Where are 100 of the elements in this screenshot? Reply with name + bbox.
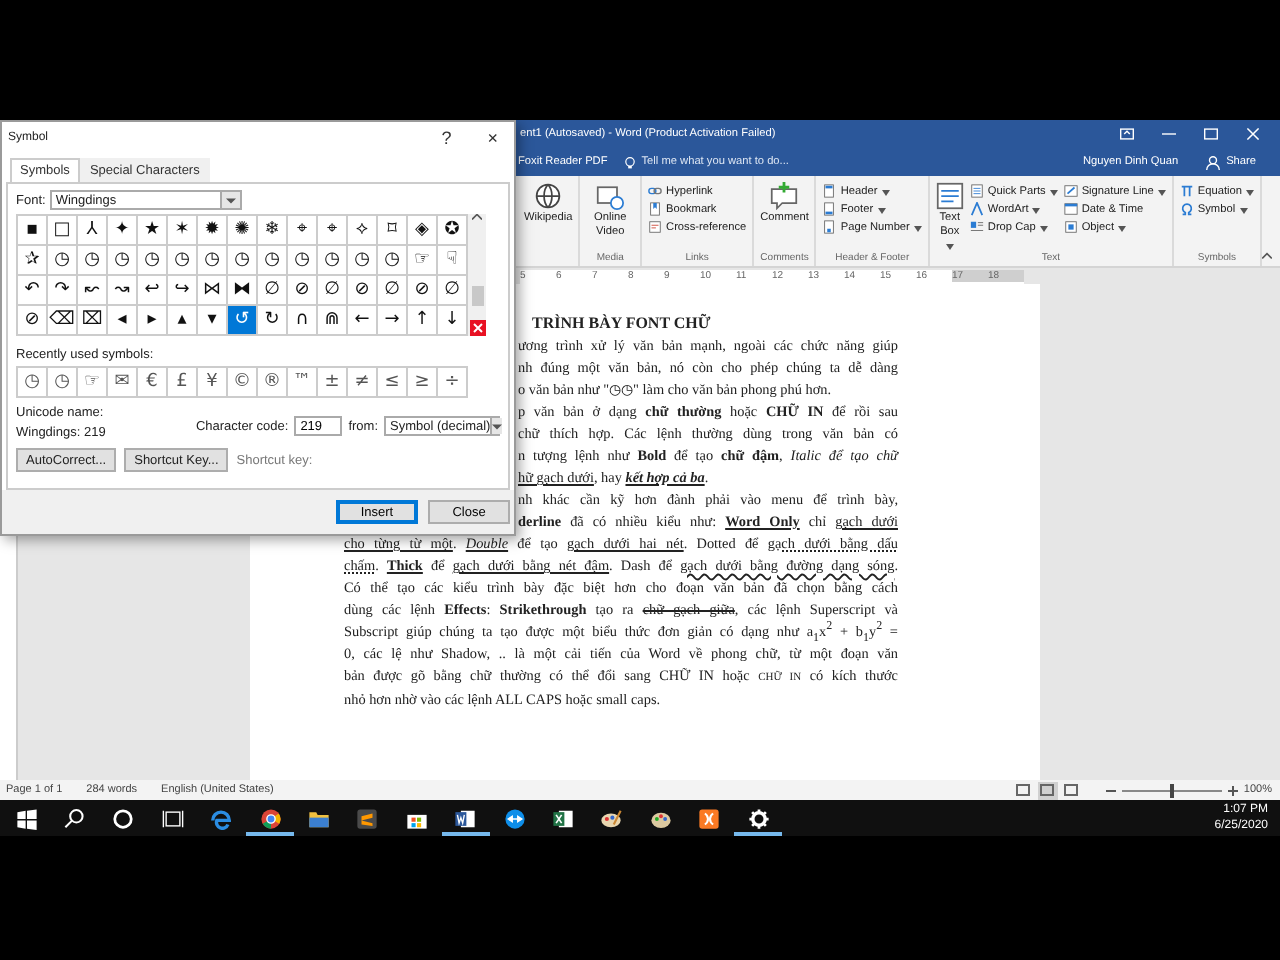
symbol-cell[interactable]: ⊘ bbox=[288, 276, 318, 306]
symbol-cell[interactable]: ▴ bbox=[168, 306, 198, 336]
symbol-cell[interactable]: ⋒ bbox=[318, 306, 348, 336]
symbol-cell[interactable]: ◷ bbox=[198, 246, 228, 276]
video-icon bbox=[596, 182, 625, 210]
windows-icon bbox=[15, 807, 38, 829]
scroll-up-icon bbox=[472, 214, 482, 220]
sublime-icon bbox=[356, 807, 379, 829]
symbol-cell[interactable]: ❄ bbox=[258, 216, 288, 246]
symbol-cell[interactable]: ® bbox=[258, 368, 288, 398]
link-icon bbox=[648, 184, 663, 198]
symbol-cell[interactable]: ↝ bbox=[108, 276, 138, 306]
symbol-cell[interactable]: ⌑ bbox=[378, 216, 408, 246]
symbol-cell[interactable]: ▸ bbox=[138, 306, 168, 336]
symbol-cell[interactable]: ↜ bbox=[78, 276, 108, 306]
caret-icon bbox=[1039, 223, 1048, 231]
symbol-cell[interactable]: ⟡ bbox=[348, 216, 378, 246]
symbol-cell[interactable]: ≠ bbox=[348, 368, 378, 398]
symbol-cell[interactable]: ± bbox=[318, 368, 348, 398]
symbol-cell[interactable]: ÷ bbox=[438, 368, 468, 398]
symbol-cell[interactable]: ↩ bbox=[138, 276, 168, 306]
symbol-cell[interactable]: ∅ bbox=[318, 276, 348, 306]
symbol-cell[interactable]: ≤ bbox=[378, 368, 408, 398]
symbol-cell[interactable]: ↺ bbox=[228, 306, 258, 336]
symbol-cell[interactable]: € bbox=[138, 368, 168, 398]
bookmark-icon bbox=[648, 202, 663, 216]
omega-icon bbox=[1179, 202, 1194, 216]
symbol-cell[interactable]: ◂ bbox=[108, 306, 138, 336]
excel-icon bbox=[551, 807, 574, 829]
symbol-cell[interactable]: ◷ bbox=[288, 246, 318, 276]
symbol-cell[interactable]: ⊘ bbox=[408, 276, 438, 306]
symbol-cell[interactable]: ◈ bbox=[408, 216, 438, 246]
zoom-out-icon bbox=[1105, 785, 1116, 795]
symbol-cell[interactable]: ☞ bbox=[78, 368, 108, 398]
symbol-cell[interactable]: ✦ bbox=[108, 216, 138, 246]
symbol-cell[interactable]: □ bbox=[48, 216, 78, 246]
close-icon bbox=[1246, 128, 1260, 140]
symbol-cell[interactable]: ≥ bbox=[408, 368, 438, 398]
symbol-cell[interactable]: ↷ bbox=[48, 276, 78, 306]
symbol-cell[interactable]: → bbox=[378, 306, 408, 336]
symbol-cell[interactable]: ⌫ bbox=[48, 306, 78, 336]
symbol-cell[interactable]: ◷ bbox=[48, 368, 78, 398]
symbol-cell[interactable]: ◷ bbox=[18, 368, 48, 398]
symbol-cell[interactable]: ◷ bbox=[108, 246, 138, 276]
symbol-cell[interactable]: ⌖ bbox=[288, 216, 318, 246]
scroll-thumb[interactable] bbox=[471, 286, 483, 306]
view-button[interactable] bbox=[1037, 781, 1058, 799]
symbol-cell[interactable]: ☞ bbox=[408, 246, 438, 276]
person-icon bbox=[1206, 155, 1221, 169]
symbol-cell[interactable]: ✺ bbox=[228, 216, 258, 246]
header-icon bbox=[822, 184, 837, 198]
caret-icon bbox=[945, 242, 954, 250]
symbol-cell[interactable]: ⅄ bbox=[78, 216, 108, 246]
symbol-cell[interactable]: ◷ bbox=[258, 246, 288, 276]
teamviewer-icon bbox=[503, 807, 526, 829]
symbol-cell[interactable]: ⌖ bbox=[318, 216, 348, 246]
symbol-cell[interactable]: ◷ bbox=[378, 246, 408, 276]
zoom-slider-thumb[interactable] bbox=[1169, 783, 1174, 797]
symbol-cell[interactable]: ¥ bbox=[198, 368, 228, 398]
xampp-icon bbox=[698, 807, 721, 829]
folder-icon bbox=[308, 807, 331, 829]
symbol-cell[interactable]: £ bbox=[168, 368, 198, 398]
gear-icon bbox=[747, 807, 770, 829]
symbol-cell[interactable]: ◷ bbox=[138, 246, 168, 276]
symbol-cell[interactable]: ◷ bbox=[228, 246, 258, 276]
symbol-cell[interactable]: ← bbox=[348, 306, 378, 336]
symbol-cell[interactable]: ⋈ bbox=[198, 276, 228, 306]
symbol-cell[interactable]: ⊘ bbox=[18, 306, 48, 336]
help-button[interactable]: ? bbox=[437, 128, 456, 148]
symbol-cell[interactable]: ★ bbox=[138, 216, 168, 246]
scrollbar[interactable] bbox=[468, 214, 486, 336]
chrome-icon bbox=[259, 807, 282, 829]
symbol-cell[interactable]: ∅ bbox=[378, 276, 408, 306]
symbol-cell[interactable]: ✶ bbox=[168, 216, 198, 246]
symbol-cell[interactable]: ↪ bbox=[168, 276, 198, 306]
symbol-cell[interactable]: ⊘ bbox=[348, 276, 378, 306]
caret-icon bbox=[877, 205, 886, 213]
symbol-cell[interactable]: ∩ bbox=[288, 306, 318, 336]
symbol-cell[interactable]: ↑ bbox=[408, 306, 438, 336]
symbol-cell[interactable]: ◷ bbox=[48, 246, 78, 276]
symbol-cell[interactable]: ✹ bbox=[198, 216, 228, 246]
symbol-cell[interactable]: ↻ bbox=[258, 306, 288, 336]
symbol-cell[interactable]: ◷ bbox=[348, 246, 378, 276]
view-button[interactable] bbox=[1013, 781, 1034, 799]
symbol-cell[interactable]: ◷ bbox=[318, 246, 348, 276]
symbol-cell[interactable]: ✉ bbox=[108, 368, 138, 398]
word-icon bbox=[454, 807, 477, 829]
symbol-cell[interactable]: ◷ bbox=[78, 246, 108, 276]
lightbulb-icon bbox=[623, 155, 636, 169]
symbol-cell[interactable]: ⌧ bbox=[78, 306, 108, 336]
symbol-cell[interactable]: ™ bbox=[288, 368, 318, 398]
close-button[interactable]: × bbox=[483, 128, 502, 148]
symbol-cell[interactable]: ▪ bbox=[18, 216, 48, 246]
symbol-cell[interactable]: ∅ bbox=[258, 276, 288, 306]
symbol-cell[interactable]: ◷ bbox=[168, 246, 198, 276]
page-number-icon bbox=[822, 220, 837, 234]
symbol-cell[interactable]: ↶ bbox=[18, 276, 48, 306]
symbol-cell[interactable]: ✰ bbox=[18, 246, 48, 276]
view-button[interactable] bbox=[1061, 781, 1082, 799]
symbol-cell[interactable]: © bbox=[228, 368, 258, 398]
